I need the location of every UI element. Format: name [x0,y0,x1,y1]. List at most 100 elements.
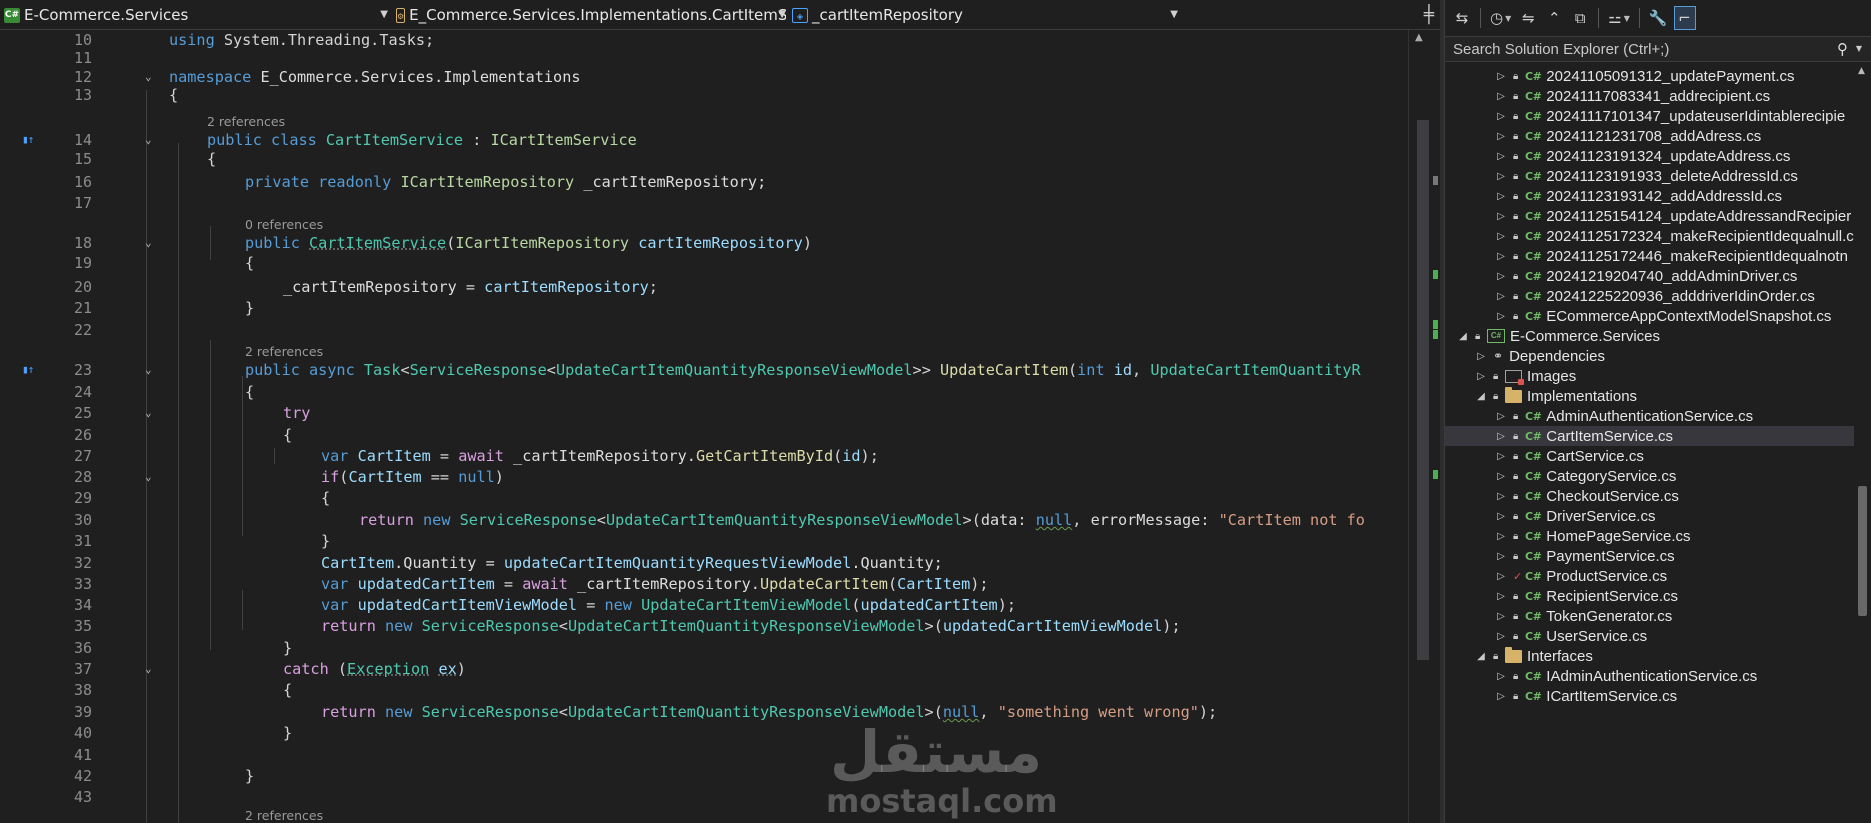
collapse-chevron-icon[interactable]: ⌄ [145,69,152,85]
split-editor-icon[interactable]: ╪ [1424,5,1434,25]
tree-item-file[interactable]: ▷ 🔒︎ C# 20241121231708_addAdress.cs [1445,126,1855,146]
class-dropdown[interactable]: ⚙ E_Commerce.Services.Implementations.Ca… [396,4,786,26]
expand-arrow-icon[interactable]: ▷ [1495,671,1507,682]
tree-item-file[interactable]: ▷ 🔒︎ C# 20241123193142_addAddressId.cs [1445,186,1855,206]
tree-item-project[interactable]: ◢ 🔒︎ C# E-Commerce.Services [1445,326,1855,346]
expand-arrow-icon[interactable]: ▷ [1495,311,1507,322]
tree-item-file[interactable]: ▷ 🔒︎ C# RecipientService.cs [1445,586,1855,606]
expand-arrow-icon[interactable]: ▷ [1495,431,1507,442]
code-area[interactable]: 10 using System.Threading.Tasks; 11 12 ⌄… [0,30,1408,823]
tree-item-file[interactable]: ▷ 🔒︎ C# HomePageService.cs [1445,526,1855,546]
expand-arrow-icon[interactable]: ▷ [1495,511,1507,522]
tree-item-file-selected[interactable]: ▷ 🔒︎ C# CartItemService.cs [1445,426,1855,446]
codelens-references[interactable]: 2 references [207,114,285,130]
preview-selected-icon[interactable]: ⌐ [1673,6,1696,30]
scroll-up-icon[interactable]: ▲ [1415,32,1423,43]
tree-item-file[interactable]: ▷ 🔒︎ C# 20241125154124_updateAddressandReci… [1445,206,1855,226]
tree-item-file[interactable]: ▷ ✓ C# ProductService.cs [1445,566,1855,586]
tree-item-folder[interactable]: ▷ 🔒︎ Images [1445,366,1855,386]
expand-arrow-icon[interactable]: ▷ [1495,411,1507,422]
expand-arrow-icon[interactable]: ▷ [1495,451,1507,462]
solution-explorer-search[interactable]: ⚲ ▼ [1445,36,1871,62]
expand-arrow-icon[interactable]: ▷ [1495,471,1507,482]
tree-item-file[interactable]: ▷ 🔒︎ C# 20241105091312_updatePayment.cs [1445,66,1855,86]
tree-item-file[interactable]: ▷ 🔒︎ C# ICartItemService.cs [1445,686,1855,706]
tree-item-file[interactable]: ▷ 🔒︎ C# 20241125172324_makeRecipientIdequal… [1445,226,1855,246]
expand-arrow-icon[interactable]: ▷ [1495,571,1507,582]
tree-item-dependencies[interactable]: ▷ ⚭ Dependencies [1445,346,1855,366]
collapse-arrow-icon[interactable]: ◢ [1475,391,1487,402]
tree-item-file[interactable]: ▷ 🔒︎ C# 20241117083341_addrecipient.cs [1445,86,1855,106]
expand-arrow-icon[interactable]: ▷ [1475,371,1487,382]
tree-item-file[interactable]: ▷ 🔒︎ C# AdminAuthenticationService.cs [1445,406,1855,426]
tree-item-file[interactable]: ▷ 🔒︎ C# 20241117101347_updateuserIdintabler… [1445,106,1855,126]
expand-arrow-icon[interactable]: ▷ [1495,491,1507,502]
solution-tree[interactable]: ▷ 🔒︎ C# 20241105091312_updatePayment.cs ▷ 🔒︎… [1445,66,1855,823]
sync-icon[interactable]: ⇋ [1517,6,1539,30]
tree-item-file[interactable]: ▷ 🔒︎ C# PaymentService.cs [1445,546,1855,566]
collapse-chevron-icon[interactable]: ⌄ [145,469,152,485]
expand-arrow-icon[interactable]: ▷ [1495,591,1507,602]
project-dropdown[interactable]: C# E-Commerce.Services ▼ [4,4,388,26]
tree-item-file[interactable]: ▷ 🔒︎ C# 20241123191324_updateAddress.cs [1445,146,1855,166]
expand-arrow-icon[interactable]: ▷ [1495,531,1507,542]
expand-arrow-icon[interactable]: ▷ [1495,631,1507,642]
expand-arrow-icon[interactable]: ▷ [1495,111,1507,122]
collapse-chevron-icon[interactable]: ⌄ [145,132,152,148]
expand-arrow-icon[interactable]: ▷ [1495,211,1507,222]
tree-item-file[interactable]: ▷ 🔒︎ C# CategoryService.cs [1445,466,1855,486]
collapse-up-icon[interactable]: ⌃ [1543,6,1565,30]
tree-item-file[interactable]: ▷ 🔒︎ C# CartService.cs [1445,446,1855,466]
expand-arrow-icon[interactable]: ▷ [1495,611,1507,622]
search-input[interactable] [1445,37,1805,61]
collapse-arrow-icon[interactable]: ◢ [1457,331,1469,342]
chevron-down-icon[interactable]: ▼ [1856,44,1862,53]
tree-item-file[interactable]: ▷ 🔒︎ C# ECommerceAppContextModelSnapshot.cs [1445,306,1855,326]
editor-scrollbar[interactable]: ▲ [1408,30,1438,823]
search-icon[interactable]: ⚲ [1837,40,1848,58]
scrollbar-thumb[interactable] [1858,486,1867,616]
tree-item-file[interactable]: ▷ 🔒︎ C# 20241123191933_deleteAddressId.cs [1445,166,1855,186]
expand-arrow-icon[interactable]: ▷ [1495,231,1507,242]
expand-arrow-icon[interactable]: ▷ [1495,71,1507,82]
code-editor[interactable]: C# E-Commerce.Services ▼ ⚙ E_Commerce.Se… [0,0,1440,823]
tree-item-file[interactable]: ▷ 🔒︎ C# 20241125172446_makeRecipientIdequal… [1445,246,1855,266]
history-icon[interactable]: ◷ ▼ [1488,6,1513,30]
tree-item-file[interactable]: ▷ 🔒︎ C# TokenGenerator.cs [1445,606,1855,626]
switch-views-icon[interactable]: ⇆ [1451,6,1473,30]
tree-item-file[interactable]: ▷ 🔒︎ C# CheckoutService.cs [1445,486,1855,506]
expand-arrow-icon[interactable]: ▷ [1495,171,1507,182]
expand-arrow-icon[interactable]: ▷ [1495,91,1507,102]
expand-arrow-icon[interactable]: ▷ [1475,351,1487,362]
filter-icon[interactable]: ⚍ ▼ [1606,6,1632,30]
solution-explorer-scrollbar[interactable]: ▲ [1854,66,1871,823]
scrollbar-thumb[interactable] [1417,120,1429,660]
codelens-references[interactable]: 2 references [245,344,323,360]
tree-item-folder[interactable]: ◢ 🔒︎ Interfaces [1445,646,1855,666]
properties-wrench-icon[interactable]: 🔧 [1647,6,1670,30]
expand-arrow-icon[interactable]: ▷ [1495,191,1507,202]
collapse-chevron-icon[interactable]: ⌄ [145,235,152,251]
expand-arrow-icon[interactable]: ▷ [1495,291,1507,302]
tree-item-folder[interactable]: ◢ 🔒︎ Implementations [1445,386,1855,406]
tree-item-file[interactable]: ▷ 🔒︎ C# IAdminAuthenticationService.cs [1445,666,1855,686]
collapse-arrow-icon[interactable]: ◢ [1475,651,1487,662]
collapse-chevron-icon[interactable]: ⌄ [145,661,152,677]
expand-arrow-icon[interactable]: ▷ [1495,151,1507,162]
collapse-chevron-icon[interactable]: ⌄ [145,405,152,421]
expand-arrow-icon[interactable]: ▷ [1495,691,1507,702]
codelens-references[interactable]: 0 references [245,217,323,233]
collapse-chevron-icon[interactable]: ⌄ [145,362,152,378]
tree-item-file[interactable]: ▷ 🔒︎ C# 20241219204740_addAdminDriver.cs [1445,266,1855,286]
codelens-references[interactable]: 2 references [245,808,323,823]
scroll-up-icon[interactable]: ▲ [1858,66,1865,76]
copy-pages-icon[interactable]: ⧉ [1569,6,1591,30]
expand-arrow-icon[interactable]: ▷ [1495,551,1507,562]
expand-arrow-icon[interactable]: ▷ [1495,131,1507,142]
member-dropdown[interactable]: ◈ _cartItemRepository ▼ [792,4,1178,26]
tree-item-file[interactable]: ▷ 🔒︎ C# DriverService.cs [1445,506,1855,526]
tree-item-file[interactable]: ▷ 🔒︎ C# UserService.cs [1445,626,1855,646]
tree-item-file[interactable]: ▷ 🔒︎ C# 20241225220936_adddriverIdinOrder.c… [1445,286,1855,306]
expand-arrow-icon[interactable]: ▷ [1495,271,1507,282]
expand-arrow-icon[interactable]: ▷ [1495,251,1507,262]
